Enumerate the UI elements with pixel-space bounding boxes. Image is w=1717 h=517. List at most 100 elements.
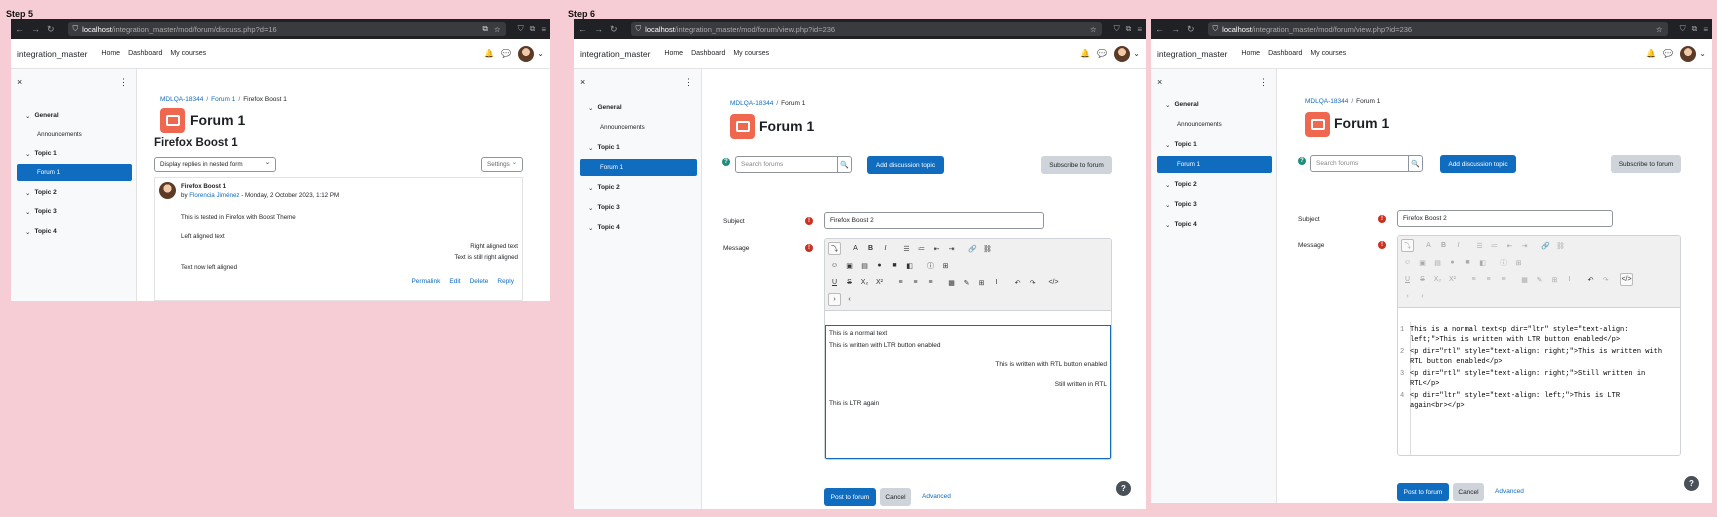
italic-icon[interactable]: I (1452, 239, 1465, 252)
messages-icon[interactable]: 💬 (1663, 49, 1673, 58)
subject-input[interactable]: Firefox Boost 2 (1397, 210, 1613, 227)
html-source-icon[interactable]: </> (1620, 273, 1633, 286)
back-icon[interactable]: ← (578, 24, 587, 34)
help-icon[interactable]: ? (722, 158, 730, 166)
nav-home[interactable]: Home (101, 50, 120, 57)
chevron-down-icon[interactable]: ⌄ (537, 49, 544, 58)
display-mode-select[interactable]: Display replies in nested form (154, 157, 276, 172)
extensions-icon[interactable]: ⧉ (1692, 24, 1698, 34)
outdent-icon[interactable]: ⇤ (1503, 239, 1516, 252)
search-forums[interactable]: Search forums 🔍 (1310, 155, 1423, 172)
hamburger-menu-icon[interactable]: ≡ (1137, 25, 1142, 34)
subject-input[interactable]: Firefox Boost 2 (824, 212, 1044, 229)
breadcrumb-course[interactable]: MDLQA-18344 (1305, 98, 1348, 105)
strikethrough-icon[interactable]: S (843, 276, 856, 289)
reload-icon[interactable]: ↻ (610, 24, 618, 35)
breadcrumb-forum[interactable]: Forum 1 (211, 96, 235, 103)
url-bar[interactable]: ⛉ localhost/integration_master/mod/forum… (630, 22, 1102, 36)
chevron-down-icon[interactable]: ⌄ (1133, 49, 1140, 58)
align-left-icon[interactable]: ≡ (1467, 273, 1480, 286)
bullet-list-icon[interactable]: ☰ (900, 242, 913, 255)
section-topic-2[interactable]: Topic 2 (1157, 176, 1272, 193)
accessibility-icon[interactable]: ⓘ (924, 259, 937, 272)
nav-my-courses[interactable]: My courses (1310, 50, 1346, 57)
align-right-icon[interactable]: ≡ (924, 276, 937, 289)
delete-link[interactable]: Delete (470, 278, 489, 285)
subscript-icon[interactable]: X₂ (1431, 273, 1444, 286)
permalink-link[interactable]: Permalink (411, 278, 440, 285)
post-to-forum-button[interactable]: Post to forum (824, 488, 876, 506)
extensions-icon[interactable]: ⧉ (530, 24, 536, 34)
forward-icon[interactable]: → (1171, 24, 1180, 34)
back-icon[interactable]: ← (15, 24, 24, 34)
bookmark-star-icon[interactable]: ☆ (1656, 25, 1663, 34)
nav-home[interactable]: Home (1241, 50, 1260, 57)
activity-announcements[interactable]: Announcements (17, 126, 132, 143)
activity-forum-1[interactable]: Forum 1 (580, 159, 697, 176)
section-topic-1[interactable]: Topic 1 (580, 139, 697, 156)
subscribe-button[interactable]: Subscribe to forum (1611, 155, 1681, 173)
media-icon[interactable]: ▤ (858, 259, 871, 272)
strikethrough-icon[interactable]: S (1416, 273, 1429, 286)
record-video-icon[interactable]: ■ (888, 259, 901, 272)
section-topic-2[interactable]: Topic 2 (17, 184, 132, 201)
bold-icon[interactable]: B (1437, 239, 1450, 252)
help-button[interactable]: ? (1116, 481, 1131, 496)
cancel-button[interactable]: Cancel (880, 488, 911, 506)
forward-icon[interactable]: → (31, 24, 40, 34)
add-discussion-topic-button[interactable]: Add discussion topic (867, 156, 944, 174)
unlink-icon[interactable]: ⛓ (1554, 239, 1567, 252)
site-name[interactable]: integration_master (17, 49, 87, 59)
outdent-icon[interactable]: ⇤ (930, 242, 943, 255)
record-audio-icon[interactable]: ● (873, 259, 886, 272)
nav-home[interactable]: Home (664, 50, 683, 57)
indent-icon[interactable]: ⇥ (945, 242, 958, 255)
url-bar[interactable]: ⛉ localhost/integration_master/mod/forum… (67, 22, 506, 36)
section-topic-3[interactable]: Topic 3 (580, 199, 697, 216)
user-avatar[interactable] (1680, 45, 1697, 62)
record-audio-icon[interactable]: ● (1446, 256, 1459, 269)
search-forums[interactable]: Search forums 🔍 (735, 156, 852, 173)
align-center-icon[interactable]: ≡ (909, 276, 922, 289)
breadcrumb-course[interactable]: MDLQA-18344 (160, 96, 203, 103)
breadcrumb-course[interactable]: MDLQA-18344 (730, 100, 773, 107)
media-icon[interactable]: ▤ (1431, 256, 1444, 269)
nav-my-courses[interactable]: My courses (170, 50, 206, 57)
bookmark-star-icon[interactable]: ☆ (494, 25, 501, 34)
subscribe-button[interactable]: Subscribe to forum (1041, 156, 1112, 174)
reload-icon[interactable]: ↻ (47, 24, 55, 35)
advanced-link[interactable]: Advanced (922, 493, 951, 500)
notification-bell-icon[interactable]: 🔔 (484, 49, 494, 58)
font-style-icon[interactable]: A (1422, 239, 1435, 252)
more-options-icon[interactable]: ⋮ (119, 77, 128, 88)
undo-icon[interactable]: ↶ (1584, 273, 1597, 286)
link-icon[interactable]: 🔗 (966, 242, 979, 255)
undo-icon[interactable]: ↶ (1011, 276, 1024, 289)
editor-content[interactable]: This is a normal text This is written wi… (825, 325, 1111, 459)
messages-icon[interactable]: 💬 (501, 49, 511, 58)
equation-icon[interactable]: ▦ (945, 276, 958, 289)
activity-announcements[interactable]: Announcements (580, 119, 697, 136)
forward-icon[interactable]: → (594, 24, 603, 34)
user-avatar[interactable] (518, 45, 535, 62)
section-topic-4[interactable]: Topic 4 (580, 219, 697, 236)
messages-icon[interactable]: 💬 (1097, 49, 1107, 58)
rtl-button-icon[interactable]: ‹ (1416, 290, 1429, 303)
add-discussion-topic-button[interactable]: Add discussion topic (1440, 155, 1516, 173)
image-icon[interactable]: ▣ (843, 259, 856, 272)
toolbar-toggle-icon[interactable]: ⤵ (1401, 239, 1414, 252)
section-topic-1[interactable]: Topic 1 (17, 145, 132, 162)
hamburger-menu-icon[interactable]: ≡ (541, 25, 546, 34)
html-source-content[interactable]: 1 This is a normal text<p dir="ltr" style… (1398, 322, 1680, 455)
author-avatar[interactable] (159, 182, 176, 199)
record-video-icon[interactable]: ■ (1461, 256, 1474, 269)
more-options-icon[interactable]: ⋮ (684, 77, 693, 88)
link-icon[interactable]: 🔗 (1539, 239, 1552, 252)
clear-format-icon[interactable]: I (990, 276, 1003, 289)
close-drawer-icon[interactable]: × (17, 77, 22, 87)
notification-bell-icon[interactable]: 🔔 (1080, 49, 1090, 58)
url-bar[interactable]: ⛉ localhost/integration_master/mod/forum… (1207, 22, 1668, 36)
image-icon[interactable]: ▣ (1416, 256, 1429, 269)
search-forums-input[interactable]: Search forums (736, 161, 837, 168)
html-source-icon[interactable]: </> (1047, 276, 1060, 289)
